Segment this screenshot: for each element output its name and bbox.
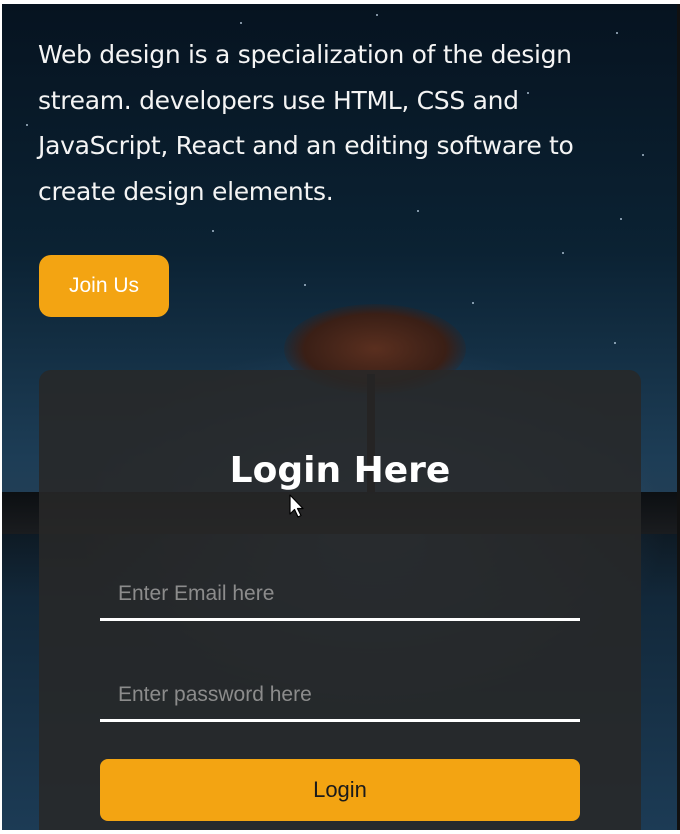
mouse-pointer-icon [289,494,304,518]
join-us-button[interactable]: Join Us [39,255,169,317]
login-button[interactable]: Login [100,759,580,821]
login-title: Login Here [229,450,451,491]
email-field[interactable] [100,569,580,621]
password-field[interactable] [100,670,580,722]
login-card: Login Here Login [39,370,641,830]
intro-paragraph: Web design is a specialization of the de… [38,40,574,206]
hero-background: Web design is a specialization of the de… [2,4,677,830]
